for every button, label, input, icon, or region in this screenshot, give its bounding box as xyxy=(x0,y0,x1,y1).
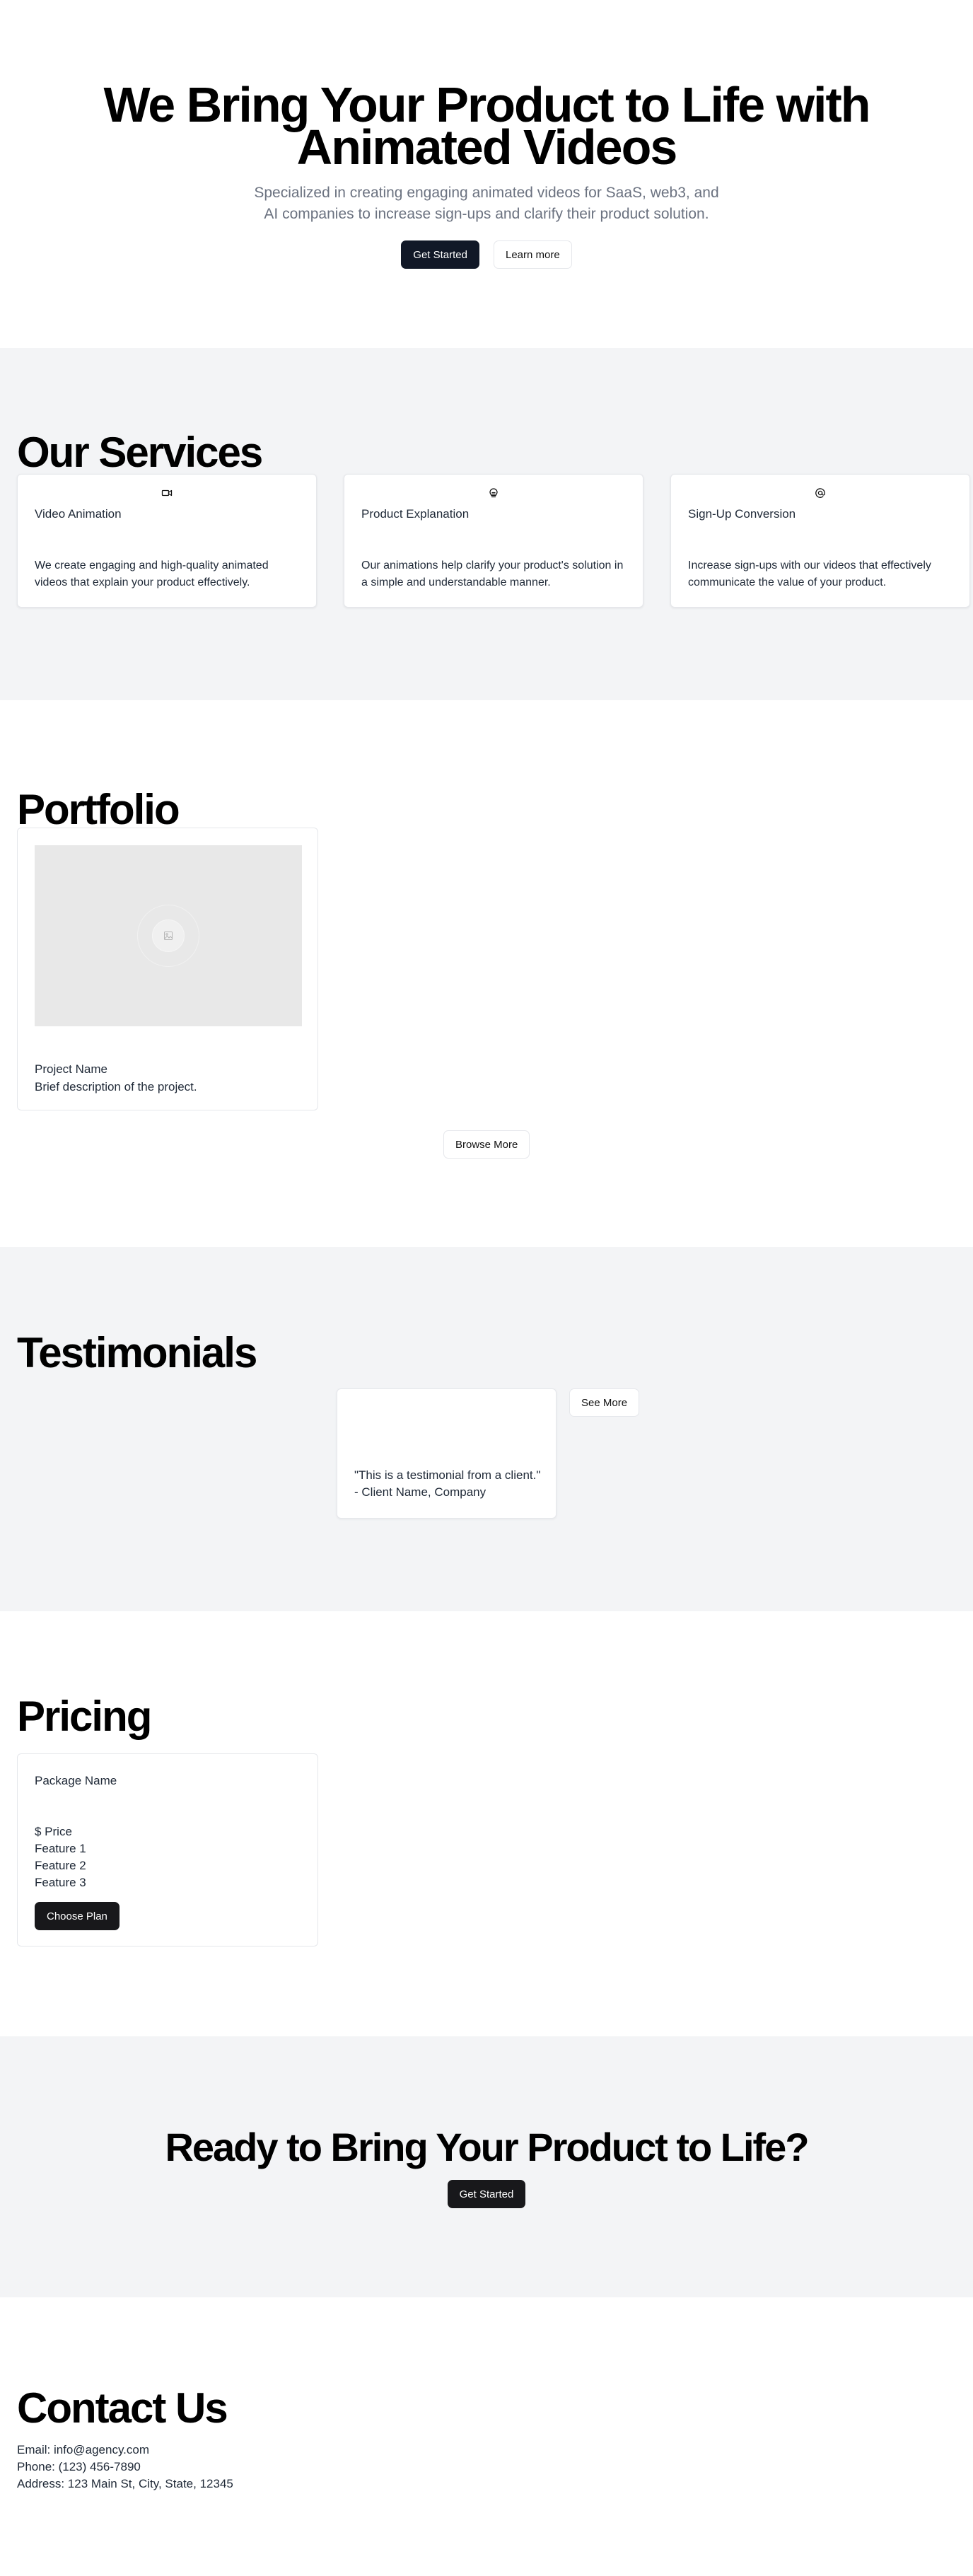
at-sign-icon xyxy=(815,488,825,498)
project-image xyxy=(35,845,302,1026)
testimonial-card: "This is a testimonial from a client." -… xyxy=(337,1388,557,1519)
service-card-video-animation: Video Animation We create engaging and h… xyxy=(17,474,317,608)
pricing-heading: Pricing xyxy=(17,1693,152,1740)
services-heading: Our Services xyxy=(17,429,263,476)
browse-more-button[interactable]: Browse More xyxy=(443,1130,530,1159)
testimonials-section: Testimonials "This is a testimonial from… xyxy=(0,1247,973,1611)
testimonial-quote: "This is a testimonial from a client." xyxy=(354,1468,541,1482)
hero-section: We Bring Your Product to Life with Anima… xyxy=(0,0,973,348)
package-price: $ Price xyxy=(35,1825,72,1838)
portfolio-card[interactable]: Project Name Brief description of the pr… xyxy=(17,828,318,1110)
contact-phone: Phone: (123) 456-7890 xyxy=(17,2460,141,2473)
feature-list: Feature 1 Feature 2 Feature 3 xyxy=(35,1840,86,1891)
cta-section: Ready to Bring Your Product to Life? Get… xyxy=(0,2036,973,2297)
feature-item: Feature 1 xyxy=(35,1842,86,1855)
choose-plan-button[interactable]: Choose Plan xyxy=(35,1902,120,1930)
testimonials-heading: Testimonials xyxy=(17,1329,257,1376)
contact-heading: Contact Us xyxy=(17,2384,228,2432)
contact-address: Address: 123 Main St, City, State, 12345 xyxy=(17,2477,233,2490)
testimonial-client: - Client Name, Company xyxy=(354,1485,486,1499)
service-card-signup-conversion: Sign-Up Conversion Increase sign-ups wit… xyxy=(670,474,970,608)
hero-title: We Bring Your Product to Life with Anima… xyxy=(103,77,870,175)
portfolio-section: Portfolio Project Name Brief description… xyxy=(0,700,973,1247)
project-name: Project Name xyxy=(35,1062,107,1076)
image-placeholder-icon xyxy=(164,932,173,940)
cta-heading: Ready to Bring Your Product to Life? xyxy=(165,2125,809,2169)
pricing-card: Package Name $ Price Feature 1 Feature 2… xyxy=(17,1753,318,1946)
project-description: Brief description of the project. xyxy=(35,1080,197,1093)
service-description: Our animations help clarify your product… xyxy=(361,559,624,588)
service-title: Product Explanation xyxy=(361,507,470,521)
service-description: Increase sign-ups with our videos that e… xyxy=(688,559,931,588)
contact-email: Email: info@agency.com xyxy=(17,2443,150,2456)
service-title: Video Animation xyxy=(35,507,122,521)
feature-item: Feature 2 xyxy=(35,1859,86,1872)
video-camera-icon xyxy=(161,489,173,497)
portfolio-heading: Portfolio xyxy=(17,786,180,833)
services-section: Our Services Video Animation We create e… xyxy=(0,348,973,700)
package-name: Package Name xyxy=(35,1774,117,1787)
lightbulb-icon xyxy=(489,488,498,498)
service-card-product-explanation: Product Explanation Our animations help … xyxy=(344,474,643,608)
get-started-button[interactable]: Get Started xyxy=(401,240,479,269)
contact-section: Contact Us Email: info@agency.com Phone:… xyxy=(0,2297,973,2576)
feature-item: Feature 3 xyxy=(35,1876,86,1889)
learn-more-button[interactable]: Learn more xyxy=(494,240,572,269)
service-description: We create engaging and high-quality anim… xyxy=(35,559,269,588)
service-title: Sign-Up Conversion xyxy=(688,507,796,521)
pricing-section: Pricing Package Name $ Price Feature 1 F… xyxy=(0,1611,973,2036)
see-more-button[interactable]: See More xyxy=(569,1388,640,1417)
cta-get-started-button[interactable]: Get Started xyxy=(447,2180,526,2208)
hero-subtitle: Specialized in creating engaging animate… xyxy=(254,185,719,222)
